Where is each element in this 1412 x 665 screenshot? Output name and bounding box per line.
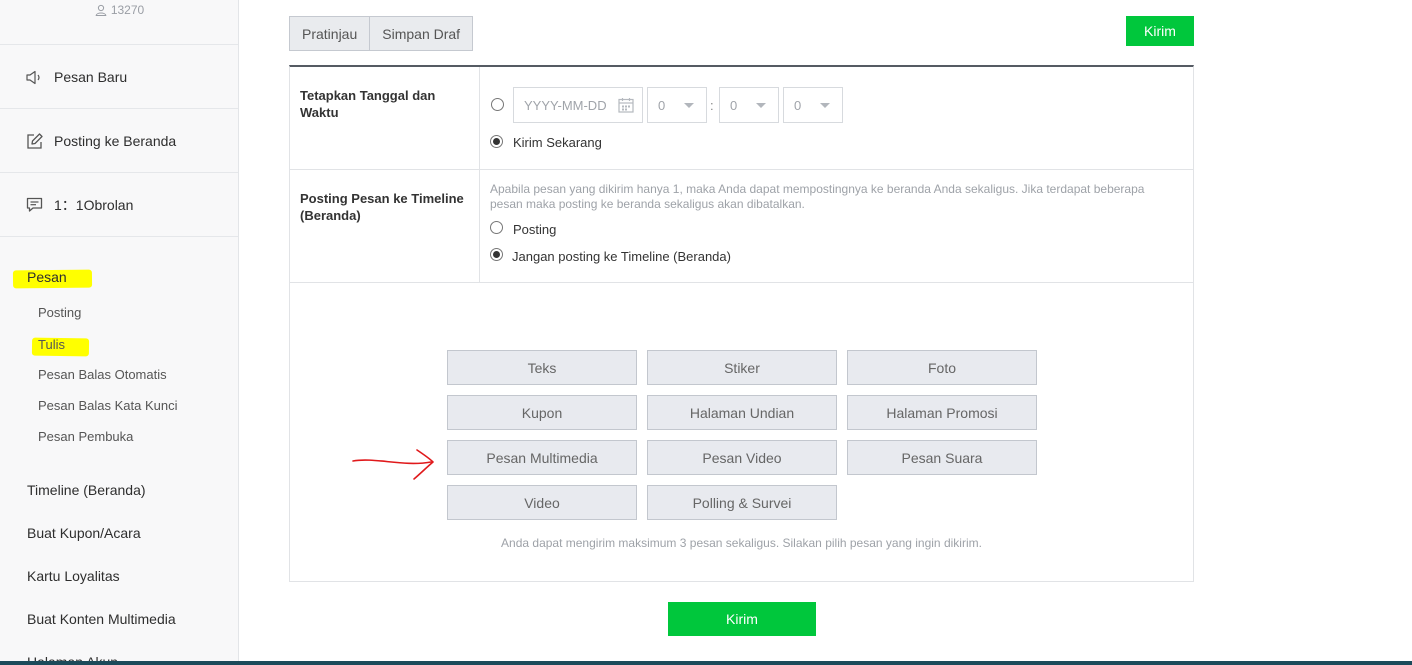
chevron-down-icon	[756, 103, 766, 108]
chat-icon	[25, 196, 43, 214]
type-photo-button[interactable]: Foto	[847, 350, 1037, 385]
sub-item-keyword-reply[interactable]: Pesan Balas Kata Kunci	[38, 398, 177, 413]
send-button-top[interactable]: Kirim	[1126, 16, 1194, 46]
type-poll-button[interactable]: Polling & Survei	[647, 485, 837, 520]
nav-new-message[interactable]: Pesan Baru	[25, 65, 127, 89]
nav-chat[interactable]: 1：1Obrolan	[25, 193, 133, 217]
nav-coupon[interactable]: Buat Kupon/Acara	[27, 525, 141, 541]
schedule-row: Tetapkan Tanggal dan Waktu YYYY-MM-DD 0 …	[290, 67, 1193, 170]
send-now-label: Kirim Sekarang	[513, 135, 602, 150]
second-value: 0	[794, 97, 802, 113]
nav-multimedia[interactable]: Buat Konten Multimedia	[27, 611, 176, 627]
toolbar-tabs: Pratinjau Simpan Draf	[289, 16, 474, 51]
preview-button[interactable]: Pratinjau	[290, 17, 370, 50]
timeline-note: Apabila pesan yang dikirim hanya 1, maka…	[490, 182, 1145, 211]
annotation-arrow-icon	[352, 449, 434, 480]
date-input[interactable]: YYYY-MM-DD	[513, 87, 643, 123]
section-pesan[interactable]: Pesan	[27, 269, 67, 285]
type-sticker-button[interactable]: Stiker	[647, 350, 837, 385]
date-placeholder: YYYY-MM-DD	[524, 97, 607, 113]
hour-value: 0	[658, 97, 666, 113]
bottom-bar	[0, 661, 1412, 665]
post-radio[interactable]	[490, 221, 503, 234]
save-draft-button[interactable]: Simpan Draf	[369, 17, 473, 50]
no-post-radio[interactable]	[490, 248, 503, 261]
type-coupon-button[interactable]: Kupon	[447, 395, 637, 430]
chevron-down-icon	[684, 103, 694, 108]
follower-count: 13270	[0, 3, 238, 19]
type-lottery-button[interactable]: Halaman Undian	[647, 395, 837, 430]
type-voice-button[interactable]: Pesan Suara	[847, 440, 1037, 475]
schedule-radio[interactable]	[491, 98, 504, 111]
sub-item-posting[interactable]: Posting	[38, 305, 81, 320]
second-select[interactable]: 0	[783, 87, 843, 123]
megaphone-icon	[25, 68, 43, 86]
minute-value: 0	[730, 97, 738, 113]
nav-chat-label: 1：1Obrolan	[54, 197, 134, 213]
sidebar: 13270 Pesan Baru Posting ke Beranda 1：1O…	[0, 0, 239, 665]
timeline-row: Posting Pesan ke Timeline (Beranda) Apab…	[290, 170, 1193, 283]
follower-count-value: 13270	[110, 3, 145, 17]
nav-post-home[interactable]: Posting ke Beranda	[25, 129, 176, 153]
divider	[0, 44, 238, 45]
no-post-label: Jangan posting ke Timeline (Beranda)	[512, 249, 731, 264]
timeline-label: Posting Pesan ke Timeline (Beranda)	[290, 170, 480, 282]
sub-item-auto-reply[interactable]: Pesan Balas Otomatis	[38, 367, 167, 382]
edit-icon	[25, 132, 43, 150]
divider	[0, 236, 238, 237]
schedule-label: Tetapkan Tanggal dan Waktu	[290, 67, 480, 169]
send-button-bottom[interactable]: Kirim	[668, 602, 816, 636]
post-label: Posting	[513, 222, 557, 237]
chevron-down-icon	[820, 103, 830, 108]
type-video-button[interactable]: Video	[447, 485, 637, 520]
user-icon	[95, 4, 107, 19]
minute-select[interactable]: 0	[719, 87, 779, 123]
sub-item-greeting[interactable]: Pesan Pembuka	[38, 429, 133, 444]
message-limit-note: Anda dapat mengirim maksimum 3 pesan sek…	[501, 536, 982, 550]
nav-loyalty-card[interactable]: Kartu Loyalitas	[27, 568, 120, 584]
divider	[0, 172, 238, 173]
type-video-message-button[interactable]: Pesan Video	[647, 440, 837, 475]
type-multimedia-button[interactable]: Pesan Multimedia	[447, 440, 637, 475]
time-separator: :	[710, 98, 714, 113]
hour-select[interactable]: 0	[647, 87, 707, 123]
calendar-icon	[618, 97, 634, 116]
type-promo-button[interactable]: Halaman Promosi	[847, 395, 1037, 430]
send-now-radio[interactable]	[490, 135, 503, 148]
divider	[0, 108, 238, 109]
sub-item-tulis[interactable]: Tulis	[38, 337, 65, 352]
nav-new-message-label: Pesan Baru	[54, 69, 128, 85]
nav-post-home-label: Posting ke Beranda	[54, 133, 177, 149]
type-text-button[interactable]: Teks	[447, 350, 637, 385]
message-form: Tetapkan Tanggal dan Waktu YYYY-MM-DD 0 …	[289, 65, 1194, 582]
nav-timeline[interactable]: Timeline (Beranda)	[27, 482, 146, 498]
